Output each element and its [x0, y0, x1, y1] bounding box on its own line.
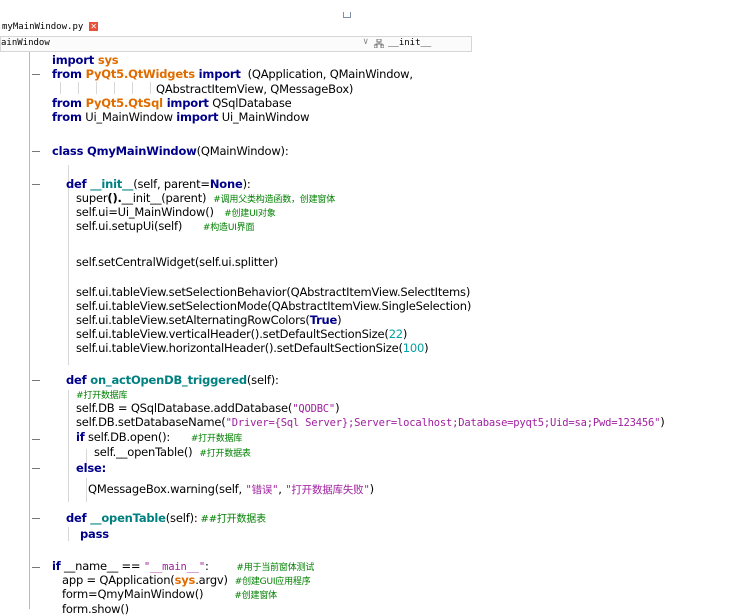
code-line: from Ui_MainWindow import Ui_MainWindow	[52, 110, 310, 124]
code-line: if self.DB.open(): #打开数据库	[76, 430, 243, 444]
code-line: app = QApplication(sys.argv) #创建GUI应用程序	[62, 573, 311, 587]
indent-guide	[68, 527, 69, 541]
indent-guide	[150, 82, 151, 94]
code-line: import sys	[52, 53, 119, 67]
fold-marker[interactable]	[32, 380, 40, 381]
method-selector-label: __init__	[388, 38, 432, 48]
fold-marker[interactable]	[32, 74, 40, 75]
code-line: self.__openTable() #打开数据表	[94, 445, 251, 459]
code-navigation-bar: ainWindow ∨ __init__	[0, 36, 472, 52]
method-selector[interactable]: __init__	[374, 38, 431, 48]
code-line: form=QmyMainWindow() #创建窗体	[62, 587, 277, 601]
indent-guide	[86, 478, 87, 502]
dock-handle-icon[interactable]	[343, 12, 351, 18]
code-line: self.ui.tableView.setSelectionMode(QAbst…	[76, 299, 472, 313]
code-line: form.show()	[62, 602, 129, 616]
code-line: self.ui.tableView.setAlternatingRowColor…	[76, 313, 342, 327]
code-line: self.ui.tableView.horizontalHeader().set…	[76, 341, 429, 355]
code-line: def __init__(self, parent=None):	[66, 177, 251, 191]
code-line: #打开数据库	[76, 391, 128, 401]
close-icon[interactable]: ✕	[89, 22, 99, 31]
fold-marker[interactable]	[32, 567, 40, 568]
editor-tab-bar: myMainWindow.py ✕	[0, 0, 734, 34]
indent-guide	[96, 82, 97, 94]
code-line: QAbstractItemView, QMessageBox)	[156, 82, 354, 96]
code-line: from PyQt5.QtWidgets import (QApplicatio…	[52, 67, 413, 81]
code-line: pass	[80, 527, 109, 541]
file-tab[interactable]: myMainWindow.py ✕	[0, 19, 99, 34]
code-line: def on_actOpenDB_triggered(self):	[66, 373, 279, 387]
code-line: from PyQt5.QtSql import QSqlDatabase	[52, 96, 292, 110]
file-tab-label: myMainWindow.py	[2, 21, 84, 32]
fold-marker[interactable]	[32, 439, 40, 440]
indent-guide	[68, 390, 69, 502]
indent-guide	[114, 82, 115, 94]
code-line: self.DB = QSqlDatabase.addDatabase("QODB…	[76, 401, 340, 415]
fold-marker[interactable]	[32, 184, 40, 185]
structure-icon	[374, 38, 384, 48]
code-line: class QmyMainWindow(QMainWindow):	[52, 144, 289, 158]
indent-guide	[60, 82, 61, 94]
indent-guide	[68, 165, 69, 365]
code-line: else:	[76, 461, 106, 475]
code-line: if __name__ == "__main__": #用于当前窗体测试	[52, 559, 315, 573]
fold-marker[interactable]	[32, 468, 40, 469]
code-line: self.ui.tableView.setSelectionBehavior(Q…	[76, 285, 471, 299]
code-line: self.setCentralWidget(self.ui.splitter)	[76, 255, 279, 269]
class-selector[interactable]: ainWindow	[1, 38, 50, 48]
code-editor[interactable]: import sys from PyQt5.QtWidgets import (…	[0, 52, 734, 616]
indent-guide	[78, 82, 79, 94]
code-line: self.ui=Ui_MainWindow() #创建UI对象	[76, 205, 276, 219]
fold-marker[interactable]	[32, 151, 40, 152]
code-line: self.ui.tableView.verticalHeader().setDe…	[76, 327, 408, 341]
code-line: def __openTable(self): ##打开数据表	[66, 511, 266, 525]
code-line: super().__init__(parent) #调用父类构造函数，创建窗体	[76, 191, 335, 205]
chevron-down-icon[interactable]: ∨	[363, 37, 368, 47]
code-line: QMessageBox.warning(self, "错误", "打开数据库失败…	[88, 482, 374, 496]
indent-guide	[132, 82, 133, 94]
fold-gutter	[29, 52, 30, 609]
code-line: self.DB.setDatabaseName("Driver={Sql Ser…	[76, 415, 665, 429]
fold-marker[interactable]	[32, 518, 40, 519]
code-line: self.ui.setupUi(self) #构造UI界面	[76, 219, 255, 233]
